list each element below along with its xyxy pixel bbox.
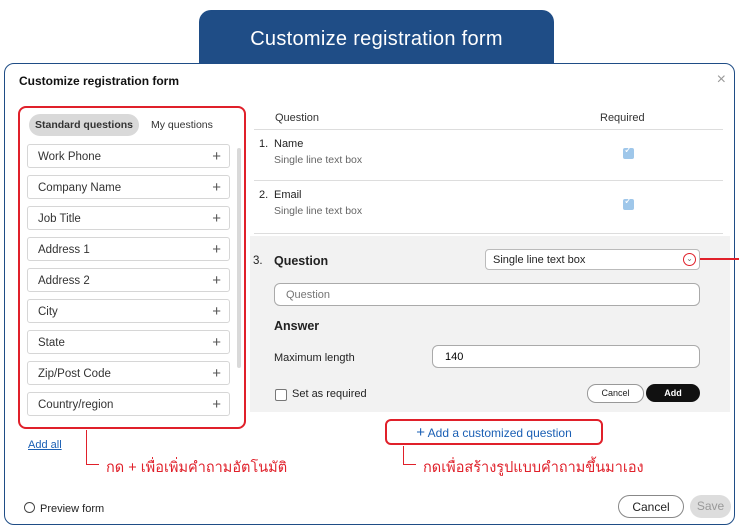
list-item-address-2[interactable]: Address 2 + bbox=[27, 268, 230, 292]
preview-form-link[interactable]: Preview form bbox=[24, 501, 104, 515]
plus-icon[interactable]: + bbox=[212, 207, 221, 231]
question-type-select[interactable]: Single line text box ⌄ bbox=[485, 249, 700, 270]
list-item-country-region[interactable]: Country/region + bbox=[27, 392, 230, 416]
editor-add-button[interactable]: Add bbox=[646, 384, 700, 402]
plus-icon[interactable]: + bbox=[212, 300, 221, 324]
list-item-label: Company Name bbox=[38, 182, 122, 194]
eye-icon bbox=[24, 502, 35, 513]
standard-questions-list: Work Phone + Company Name + Job Title + Add… bbox=[27, 144, 230, 423]
editor-cancel-button[interactable]: Cancel bbox=[587, 384, 644, 403]
set-required-label: Set as required bbox=[292, 388, 367, 400]
close-icon[interactable]: × bbox=[717, 71, 726, 89]
list-item-label: Work Phone bbox=[38, 151, 102, 163]
row-type: Single line text box bbox=[274, 205, 363, 217]
banner-title: Customize registration form bbox=[199, 10, 554, 66]
save-button[interactable]: Save bbox=[690, 495, 731, 518]
column-header-required: Required bbox=[600, 112, 645, 124]
list-item-city[interactable]: City + bbox=[27, 299, 230, 323]
list-item-company-name[interactable]: Company Name + bbox=[27, 175, 230, 199]
annotation-left-text: กด + เพื่อเพิ่มคำถามอัตโนมัติ bbox=[106, 460, 288, 476]
required-checkbox[interactable] bbox=[623, 196, 634, 210]
row-number: 2. bbox=[259, 189, 269, 201]
annotation-connector bbox=[700, 258, 739, 260]
plus-icon[interactable]: + bbox=[212, 393, 221, 417]
row-number: 1. bbox=[259, 138, 269, 150]
required-checkbox[interactable] bbox=[623, 145, 634, 159]
list-item-label: Address 2 bbox=[38, 275, 90, 287]
plus-icon[interactable]: + bbox=[212, 176, 221, 200]
list-item-label: Country/region bbox=[38, 399, 114, 411]
preview-form-label: Preview form bbox=[40, 503, 105, 515]
annotation-right-text: กดเพื่อสร้างรูปแบบคำถามขึ้นมาเอง bbox=[423, 460, 644, 476]
column-header-question: Question bbox=[275, 112, 320, 124]
list-item-work-phone[interactable]: Work Phone + bbox=[27, 144, 230, 168]
list-scrollbar[interactable] bbox=[237, 148, 241, 368]
list-item-label: Address 1 bbox=[38, 244, 90, 256]
tab-my-questions[interactable]: My questions bbox=[145, 114, 219, 136]
standard-questions-panel: Standard questions My questions Work Pho… bbox=[18, 106, 246, 429]
list-item-zip-post-code[interactable]: Zip/Post Code + bbox=[27, 361, 230, 385]
add-customized-question-button[interactable]: + Add a customized question bbox=[385, 419, 603, 445]
answer-heading: Answer bbox=[274, 319, 320, 333]
list-item-label: City bbox=[38, 306, 58, 318]
plus-icon[interactable]: + bbox=[212, 238, 221, 262]
plus-icon[interactable]: + bbox=[212, 145, 221, 169]
editor-number: 3. bbox=[253, 255, 263, 267]
max-length-label: Maximum length bbox=[274, 352, 355, 364]
list-item-label: Job Title bbox=[38, 213, 81, 225]
list-item-job-title[interactable]: Job Title + bbox=[27, 206, 230, 230]
table-row[interactable]: 1. Name Single line text box bbox=[254, 130, 723, 181]
annotation-connector bbox=[86, 430, 99, 465]
question-tabs: Standard questions My questions bbox=[29, 114, 219, 136]
add-all-link[interactable]: Add all bbox=[28, 439, 62, 451]
question-input[interactable] bbox=[274, 283, 700, 306]
list-item-state[interactable]: State + bbox=[27, 330, 230, 354]
row-name: Email bbox=[274, 189, 302, 201]
plus-icon[interactable]: + bbox=[212, 362, 221, 386]
question-type-value: Single line text box bbox=[493, 254, 586, 266]
list-item-label: State bbox=[38, 337, 65, 349]
list-item-address-1[interactable]: Address 1 + bbox=[27, 237, 230, 261]
set-required-checkbox[interactable] bbox=[275, 389, 287, 401]
row-name: Name bbox=[274, 138, 304, 150]
plus-icon[interactable]: + bbox=[212, 269, 221, 293]
list-item-label: Zip/Post Code bbox=[38, 368, 111, 380]
cancel-button[interactable]: Cancel bbox=[618, 495, 684, 518]
table-row[interactable]: 2. Email Single line text box bbox=[254, 181, 723, 234]
row-type: Single line text box bbox=[274, 154, 363, 166]
tab-standard-questions[interactable]: Standard questions bbox=[29, 114, 140, 136]
max-length-input[interactable] bbox=[432, 345, 700, 368]
plus-icon[interactable]: + bbox=[212, 331, 221, 355]
dialog-title: Customize registration form bbox=[19, 74, 180, 88]
editor-question-label: Question bbox=[274, 254, 329, 268]
chevron-down-icon[interactable]: ⌄ bbox=[683, 253, 696, 266]
add-customized-question-label: Add a customized question bbox=[427, 426, 572, 440]
annotation-connector bbox=[403, 446, 416, 465]
plus-icon: + bbox=[416, 424, 425, 441]
